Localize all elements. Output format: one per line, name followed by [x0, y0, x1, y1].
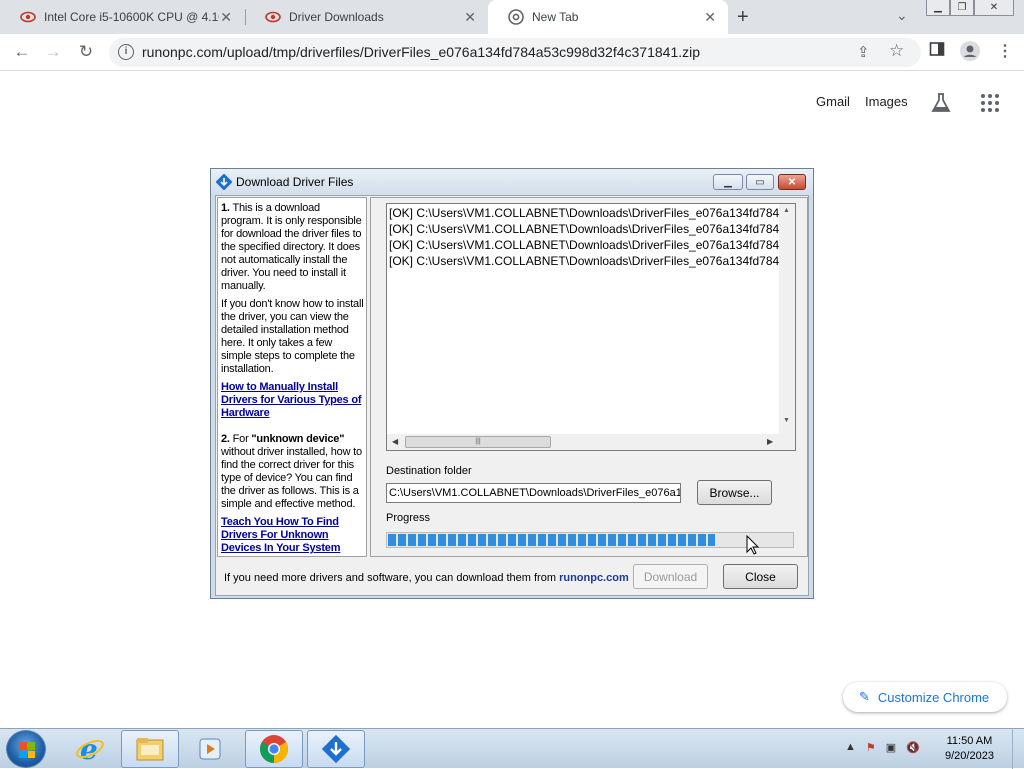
browser-toolbar: ← → ↻ i runonpc.com/upload/tmp/driverfil…	[0, 34, 1024, 71]
vertical-scrollbar[interactable]: ▲ ▼	[779, 204, 795, 434]
tab-strip: Intel Core i5-10600K CPU @ 4.10GHz ✕ Dri…	[0, 0, 1024, 34]
driver-downloader-taskbar-icon[interactable]	[307, 730, 365, 768]
footer-message: If you need more drivers and software, y…	[224, 572, 629, 584]
download-driver-dialog: Download Driver Files ▁ ▭ ✕ 1. This is a…	[210, 168, 814, 599]
address-url[interactable]: runonpc.com/upload/tmp/driverfiles/Drive…	[142, 44, 700, 60]
file-explorer-icon[interactable]	[121, 730, 179, 768]
help-paragraph-2: If you don't know how to install the dri…	[221, 298, 364, 375]
destination-folder-label: Destination folder	[386, 465, 472, 477]
network-icon[interactable]: ▣	[886, 741, 896, 754]
images-link[interactable]: Images	[865, 94, 908, 109]
runonpc-favicon-icon	[265, 9, 281, 25]
bookmark-star-icon[interactable]: ☆	[889, 41, 904, 61]
tab-close-icon[interactable]: ✕	[464, 9, 476, 26]
tab-title: New Tab	[532, 10, 579, 24]
download-progress-bar	[386, 532, 794, 548]
scroll-left-icon[interactable]: ◀	[392, 437, 398, 446]
minimize-icon[interactable]: ▁	[926, 0, 950, 16]
tab-new-tab[interactable]: New Tab ✕	[488, 0, 728, 34]
media-player-icon[interactable]	[181, 730, 239, 768]
dialog-title: Download Driver Files	[236, 175, 354, 189]
horizontal-scrollbar[interactable]: ◀ ||| ▶	[387, 434, 795, 450]
chrome-taskbar-icon[interactable]	[245, 730, 303, 768]
clock-time: 11:50 AM	[946, 735, 993, 747]
dialog-titlebar[interactable]: Download Driver Files ▁ ▭ ✕	[211, 169, 813, 195]
new-tab-plus-icon[interactable]: +	[737, 6, 749, 29]
clock-date: 9/20/2023	[945, 750, 994, 762]
list-item: [OK] C:\Users\VM1.COLLABNET\Downloads\Dr…	[389, 222, 779, 236]
pencil-icon: ✎	[859, 689, 870, 704]
svg-text:e: e	[80, 734, 98, 764]
help-paragraph-3: 2. For "unknown device" without driver i…	[221, 433, 362, 510]
labs-flask-icon[interactable]	[930, 92, 952, 119]
tab-title: Driver Downloads	[289, 10, 384, 24]
taskbar-clock[interactable]: 11:50 AM 9/20/2023	[945, 734, 994, 764]
list-item: [OK] C:\Users\VM1.COLLABNET\Downloads\Dr…	[389, 206, 779, 220]
customize-chrome-label: Customize Chrome	[877, 689, 990, 705]
address-bar[interactable]: i runonpc.com/upload/tmp/driverfiles/Dri…	[109, 38, 921, 67]
restore-icon[interactable]: ❐	[950, 0, 974, 16]
tab-title: Intel Core i5-10600K CPU @ 4.10GHz	[44, 10, 219, 24]
dialog-body: 1. This is a download program. It is onl…	[215, 195, 809, 596]
window-close-icon[interactable]: ✕	[974, 0, 1014, 16]
tab-search-chevron-icon[interactable]: ⌄	[896, 7, 908, 24]
scroll-right-icon[interactable]: ▶	[767, 437, 773, 446]
progress-label: Progress	[386, 512, 431, 524]
reload-icon[interactable]: ↻	[75, 41, 97, 63]
forward-arrow-icon[interactable]: →	[42, 41, 64, 63]
customize-chrome-button[interactable]: ✎ Customize Chrome	[843, 682, 1007, 712]
chrome-favicon-icon	[508, 9, 524, 25]
side-panel-icon[interactable]	[929, 41, 945, 62]
volume-muted-icon[interactable]: 🔇	[906, 741, 920, 754]
scroll-up-icon[interactable]: ▲	[783, 207, 790, 214]
internet-explorer-icon[interactable]: e	[61, 730, 119, 768]
window-controls: ▁ ❐ ✕	[926, 0, 1014, 16]
unknown-device-link[interactable]: Teach You How To Find Drivers For Unknow…	[221, 516, 364, 555]
download-panel: [OK] C:\Users\VM1.COLLABNET\Downloads\Dr…	[370, 197, 808, 557]
google-apps-icon[interactable]	[981, 94, 999, 112]
tab-driver-downloads[interactable]: Driver Downloads ✕	[245, 0, 488, 34]
destination-folder-field[interactable]: C:\Users\VM1.COLLABNET\Downloads\DriverF…	[386, 483, 681, 503]
download-app-icon	[215, 173, 233, 191]
dialog-maximize-icon[interactable]: ▭	[746, 174, 774, 190]
footer-site-name: runonpc.com	[559, 572, 629, 584]
start-button[interactable]	[6, 730, 46, 768]
site-info-icon[interactable]: i	[118, 44, 134, 60]
browse-button[interactable]: Browse...	[697, 480, 772, 505]
chrome-menu-icon[interactable]: ⋮	[997, 41, 1013, 61]
list-item: [OK] C:\Users\VM1.COLLABNET\Downloads\Dr…	[389, 254, 779, 268]
tray-expand-icon[interactable]: ▲	[845, 741, 856, 754]
windows-taskbar: e ▲ ⚑ ▣ 🔇 11:50 AM 9/20/2023	[0, 728, 1024, 769]
help-panel: 1. This is a download program. It is onl…	[217, 197, 367, 557]
tab-close-icon[interactable]: ✕	[220, 9, 232, 26]
mouse-cursor-icon	[746, 535, 760, 555]
help-paragraph-1: 1. This is a download program. It is onl…	[221, 202, 362, 292]
back-arrow-icon[interactable]: ←	[11, 41, 33, 63]
show-desktop-button[interactable]	[1012, 729, 1024, 769]
system-tray: ▲ ⚑ ▣ 🔇	[845, 741, 920, 754]
download-button[interactable]: Download	[633, 564, 708, 589]
action-center-flag-icon[interactable]: ⚑	[866, 741, 876, 754]
close-button[interactable]: Close	[723, 564, 798, 589]
profile-avatar-icon[interactable]	[960, 41, 980, 66]
manual-install-link[interactable]: How to Manually Install Drivers for Vari…	[221, 381, 364, 420]
dialog-minimize-icon[interactable]: ▁	[713, 174, 743, 190]
tab-close-icon[interactable]: ✕	[704, 9, 716, 26]
tab-cpu[interactable]: Intel Core i5-10600K CPU @ 4.10GHz ✕	[0, 0, 244, 34]
list-item: [OK] C:\Users\VM1.COLLABNET\Downloads\Dr…	[389, 238, 779, 252]
share-icon[interactable]: ⇪	[857, 43, 870, 61]
windows-logo-icon	[19, 742, 35, 758]
scrollbar-thumb[interactable]: |||	[405, 436, 551, 448]
runonpc-favicon-icon	[20, 9, 36, 25]
scroll-down-icon[interactable]: ▼	[783, 417, 790, 424]
gmail-link[interactable]: Gmail	[816, 94, 850, 109]
dialog-close-icon[interactable]: ✕	[778, 174, 806, 190]
progress-fill	[388, 534, 715, 546]
download-log-list[interactable]: [OK] C:\Users\VM1.COLLABNET\Downloads\Dr…	[386, 203, 796, 451]
